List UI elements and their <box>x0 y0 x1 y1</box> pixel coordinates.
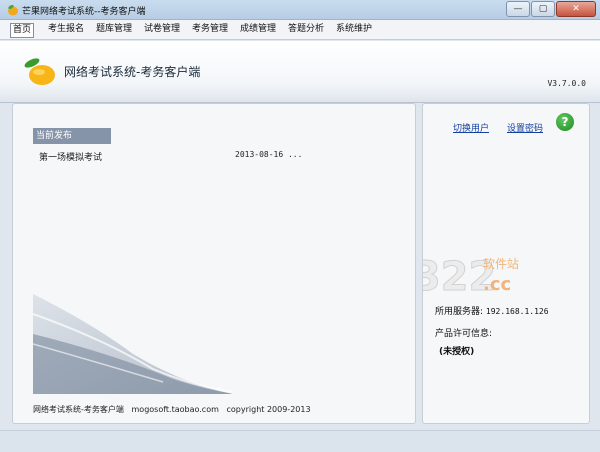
minimize-button[interactable]: — <box>506 1 530 17</box>
set-password-link[interactable]: 设置密码 <box>507 121 543 134</box>
menu-item-papers[interactable]: 试卷管理 <box>142 23 182 38</box>
help-icon[interactable]: ? <box>556 113 574 131</box>
license-value: (未授权) <box>439 347 475 357</box>
menu-item-exam-affairs[interactable]: 考务管理 <box>190 23 230 38</box>
server-info: 所用服务器: 192.168.1.126 <box>435 304 549 317</box>
footer-copyright: 网络考试系统-考务客户端 mogosoft.taobao.com copyrig… <box>33 405 311 414</box>
server-label: 所用服务器: <box>435 307 484 317</box>
menu-item-question-bank[interactable]: 题库管理 <box>94 23 134 38</box>
list-item[interactable]: 第一场模拟考试 2013-08-16 ... <box>39 150 309 164</box>
publication-date: 2013-08-16 ... <box>235 150 303 159</box>
decorative-wave <box>33 294 233 394</box>
account-panel: 切换用户 设置密码 ? 3322 软件站 .cc 所用服务器: 192.168.… <box>422 103 590 424</box>
current-publications-panel: 当前发布 第一场模拟考试 2013-08-16 ... 网络考试系统-考务客户端… <box>12 103 416 424</box>
maximize-button[interactable]: ▢ <box>531 1 555 17</box>
window-title: 芒果网络考试系统--考务客户端 <box>22 7 146 17</box>
menu-item-scores[interactable]: 成绩管理 <box>238 23 278 38</box>
version-label: V3.7.0.0 <box>547 79 586 88</box>
switch-user-link[interactable]: 切换用户 <box>453 121 489 134</box>
header-banner: 网络考试系统-考务客户端 V3.7.0.0 <box>0 41 600 103</box>
menu-item-analysis[interactable]: 答题分析 <box>286 23 326 38</box>
app-name: 网络考试系统-考务客户端 <box>64 65 201 79</box>
menu-item-registration[interactable]: 考生报名 <box>46 23 86 38</box>
svg-text:.cc: .cc <box>483 274 511 295</box>
server-value: 192.168.1.126 <box>485 307 549 316</box>
watermark-logo: 3322 软件站 .cc <box>423 254 519 299</box>
menu-item-system[interactable]: 系统维护 <box>334 23 374 38</box>
svg-text:软件站: 软件站 <box>483 257 519 271</box>
menu-item-home[interactable]: 首页 <box>10 23 35 38</box>
title-bar: 芒果网络考试系统--考务客户端 — ▢ ✕ <box>0 0 600 20</box>
status-strip <box>0 430 600 452</box>
window-controls: — ▢ ✕ <box>506 1 596 17</box>
mango-icon <box>24 58 55 85</box>
mango-app-icon <box>8 4 18 16</box>
menu-bar: 首页 考生报名 题库管理 试卷管理 考务管理 成绩管理 答题分析 系统维护 <box>0 20 600 40</box>
license-label: 产品许可信息: <box>435 329 493 339</box>
section-header-current: 当前发布 <box>33 128 111 144</box>
publication-title: 第一场模拟考试 <box>39 153 103 163</box>
close-button[interactable]: ✕ <box>556 1 596 17</box>
